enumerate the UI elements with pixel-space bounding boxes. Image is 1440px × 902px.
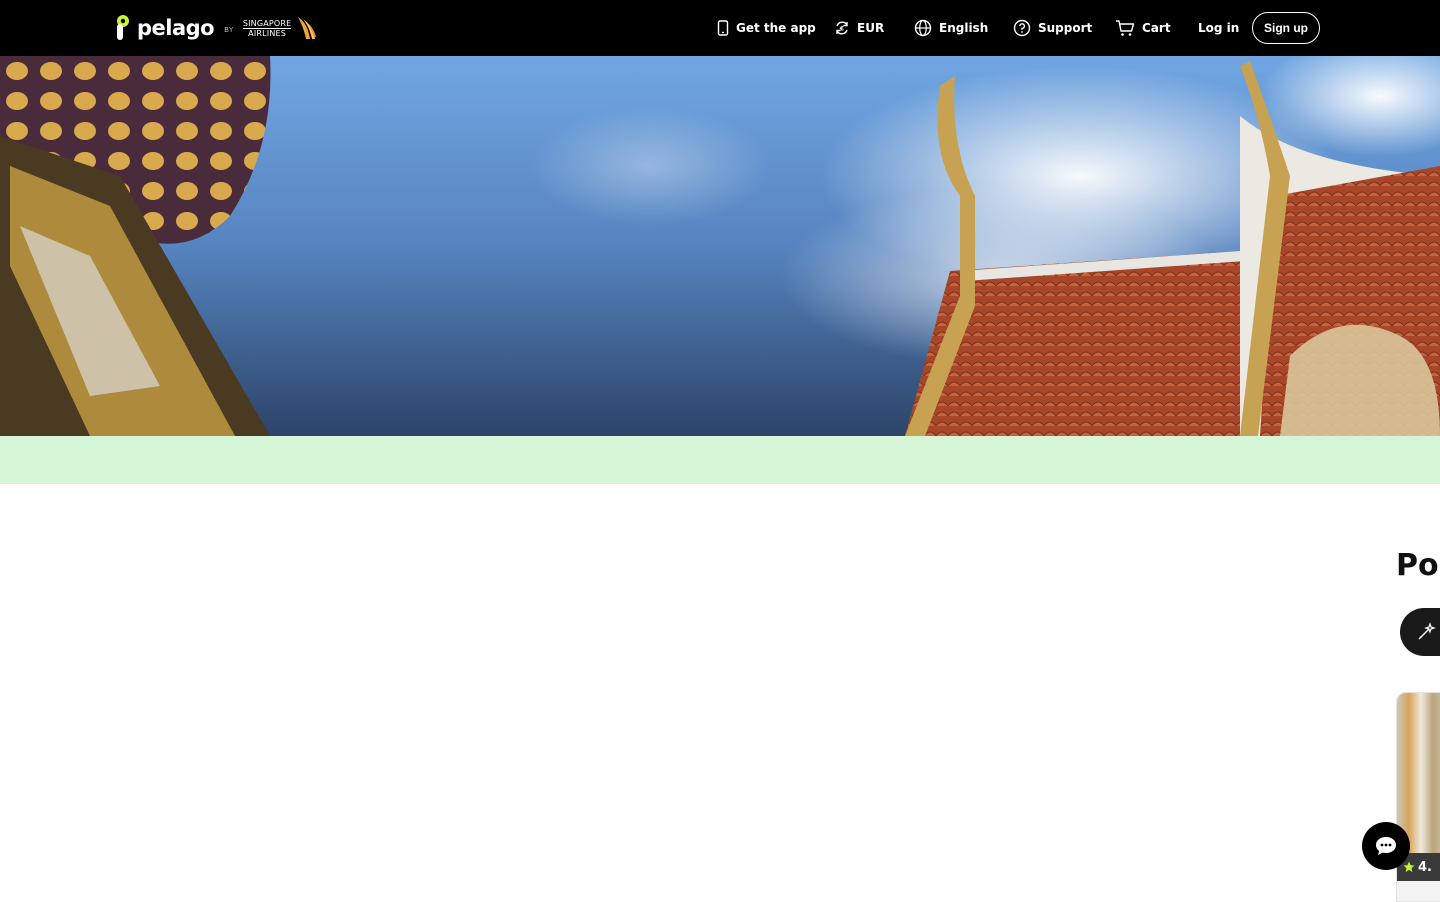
phone-icon bbox=[717, 20, 729, 36]
currency-exchange-icon: € bbox=[836, 21, 848, 35]
signup-button[interactable]: Sign up bbox=[1252, 12, 1320, 44]
currency-label: EUR bbox=[857, 21, 885, 35]
promo-banner bbox=[0, 436, 1440, 484]
support-label: Support bbox=[1038, 21, 1093, 35]
hero-image bbox=[0, 56, 1440, 436]
filter-chip[interactable] bbox=[1400, 608, 1440, 656]
get-app-label: Get the app bbox=[736, 21, 816, 35]
star-icon bbox=[1403, 861, 1415, 872]
rating-value: 4. bbox=[1418, 859, 1432, 875]
currency-selector[interactable]: € EUR bbox=[834, 16, 884, 40]
cart-link[interactable]: Cart bbox=[1115, 16, 1171, 40]
chat-bubble-icon bbox=[1376, 837, 1396, 855]
activity-card[interactable]: 4. bbox=[1396, 692, 1440, 902]
login-link[interactable]: Log in bbox=[1198, 16, 1239, 40]
support-link[interactable]: Support bbox=[1013, 16, 1092, 40]
sparkle-wand-icon bbox=[1418, 622, 1436, 640]
top-navbar: pelago BY SINGAPORE AIRLINES Get the app… bbox=[0, 0, 1440, 56]
hero-temple-photo bbox=[0, 56, 1440, 436]
nav-menu: Get the app € EUR English Support Cart L… bbox=[0, 0, 1440, 56]
globe-icon bbox=[914, 19, 932, 37]
login-label: Log in bbox=[1198, 21, 1240, 35]
get-app-link[interactable]: Get the app bbox=[717, 16, 816, 40]
help-circle-icon bbox=[1013, 19, 1031, 37]
language-label: English bbox=[939, 21, 989, 35]
svg-text:€: € bbox=[839, 26, 844, 33]
language-selector[interactable]: English bbox=[914, 16, 988, 40]
cart-icon bbox=[1116, 20, 1135, 36]
cart-label: Cart bbox=[1142, 21, 1171, 35]
section-title: Pop bbox=[1396, 548, 1440, 583]
chat-button[interactable] bbox=[1362, 822, 1410, 870]
